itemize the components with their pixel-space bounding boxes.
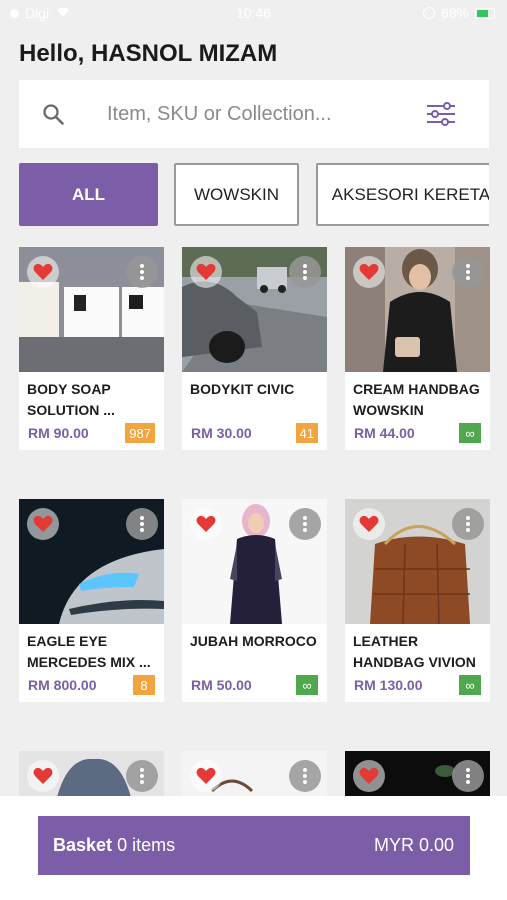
product-card[interactable]: EAGLE EYE MERCEDES MIX ... RM 800.00 8 [19, 499, 164, 702]
more-options-button[interactable] [289, 760, 321, 792]
basket-button[interactable]: Basket 0 items MYR 0.00 [38, 816, 470, 875]
heart-icon [196, 767, 216, 784]
heart-icon [33, 515, 53, 532]
product-card[interactable]: CREAM HANDBAG WOWSKIN RM 44.00 ∞ [345, 247, 490, 450]
greeting-title: Hello, HASNOL MIZAM [19, 40, 278, 67]
heart-icon [33, 263, 53, 280]
more-options-button[interactable] [289, 256, 321, 288]
heart-icon [33, 767, 53, 784]
more-options-button[interactable] [126, 256, 158, 288]
stock-badge: 8 [133, 675, 155, 695]
favorite-button[interactable] [353, 760, 385, 792]
basket-count: 0 items [117, 835, 176, 855]
product-card[interactable]: BODY SOAP SOLUTION ... RM 90.00 987 [19, 247, 164, 450]
favorite-button[interactable] [27, 760, 59, 792]
favorite-button[interactable] [27, 508, 59, 540]
stock-badge: ∞ [459, 675, 481, 695]
favorite-button[interactable] [27, 256, 59, 288]
basket-label: Basket 0 items [53, 835, 175, 856]
heart-icon [359, 515, 379, 532]
more-options-button[interactable] [452, 256, 484, 288]
search-input[interactable]: Item, SKU or Collection... [107, 103, 332, 126]
product-name: BODYKIT CIVIC [190, 381, 295, 397]
favorite-button[interactable] [353, 256, 385, 288]
favorite-button[interactable] [190, 508, 222, 540]
more-vertical-icon [140, 264, 144, 280]
more-vertical-icon [303, 768, 307, 784]
category-chips: ALL WOWSKIN AKSESORI KERETA [19, 163, 489, 227]
basket-title: Basket [53, 835, 113, 855]
more-options-button[interactable] [452, 508, 484, 540]
more-vertical-icon [140, 516, 144, 532]
heart-icon [196, 263, 216, 280]
search-bar[interactable]: Item, SKU or Collection... [19, 80, 489, 148]
more-vertical-icon [303, 516, 307, 532]
heart-icon [196, 515, 216, 532]
bottom-bar: Basket 0 items MYR 0.00 [0, 796, 507, 900]
stock-badge: ∞ [459, 423, 481, 443]
product-price: RM 800.00 [28, 677, 97, 693]
product-name: LEATHER HANDBAG VIVION [353, 633, 476, 670]
chip-wowskin[interactable]: WOWSKIN [174, 163, 299, 226]
stock-badge: ∞ [296, 675, 318, 695]
product-price: RM 30.00 [191, 425, 252, 441]
favorite-button[interactable] [190, 256, 222, 288]
more-vertical-icon [140, 768, 144, 784]
chip-all[interactable]: ALL [19, 163, 158, 226]
more-vertical-icon [466, 768, 470, 784]
heart-icon [359, 767, 379, 784]
location-icon [422, 7, 435, 19]
more-options-button[interactable] [126, 508, 158, 540]
product-name: EAGLE EYE MERCEDES MIX ... [27, 633, 151, 670]
heart-icon [359, 263, 379, 280]
product-price: RM 50.00 [191, 677, 252, 693]
product-card[interactable]: JUBAH MORROCO RM 50.00 ∞ [182, 499, 327, 702]
status-right: 68% [422, 5, 495, 21]
basket-total: MYR 0.00 [373, 835, 454, 855]
product-card[interactable]: BODYKIT CIVIC RM 30.00 41 [182, 247, 327, 450]
product-card[interactable]: LEATHER HANDBAG VIVION RM 130.00 ∞ [345, 499, 490, 702]
product-price: RM 44.00 [354, 425, 415, 441]
product-price: RM 130.00 [354, 677, 423, 693]
stock-badge: 41 [295, 423, 318, 443]
product-price: RM 90.00 [28, 425, 89, 441]
more-options-button[interactable] [289, 508, 321, 540]
favorite-button[interactable] [190, 760, 222, 792]
more-options-button[interactable] [452, 760, 484, 792]
more-vertical-icon [466, 516, 470, 532]
filter-sliders-icon[interactable] [425, 102, 457, 126]
battery-icon [475, 7, 495, 19]
product-name: CREAM HANDBAG WOWSKIN [353, 381, 480, 418]
more-vertical-icon [303, 264, 307, 280]
chip-aksesori-kereta[interactable]: AKSESORI KERETA [316, 163, 489, 226]
favorite-button[interactable] [353, 508, 385, 540]
status-bar: Digi 10:46 68% [0, 0, 507, 28]
more-vertical-icon [466, 264, 470, 280]
search-icon[interactable] [41, 102, 65, 126]
product-name: JUBAH MORROCO [190, 633, 317, 649]
battery-percent: 68% [440, 5, 469, 21]
product-name: BODY SOAP SOLUTION ... [27, 381, 115, 418]
stock-badge: 987 [125, 423, 155, 443]
more-options-button[interactable] [126, 760, 158, 792]
